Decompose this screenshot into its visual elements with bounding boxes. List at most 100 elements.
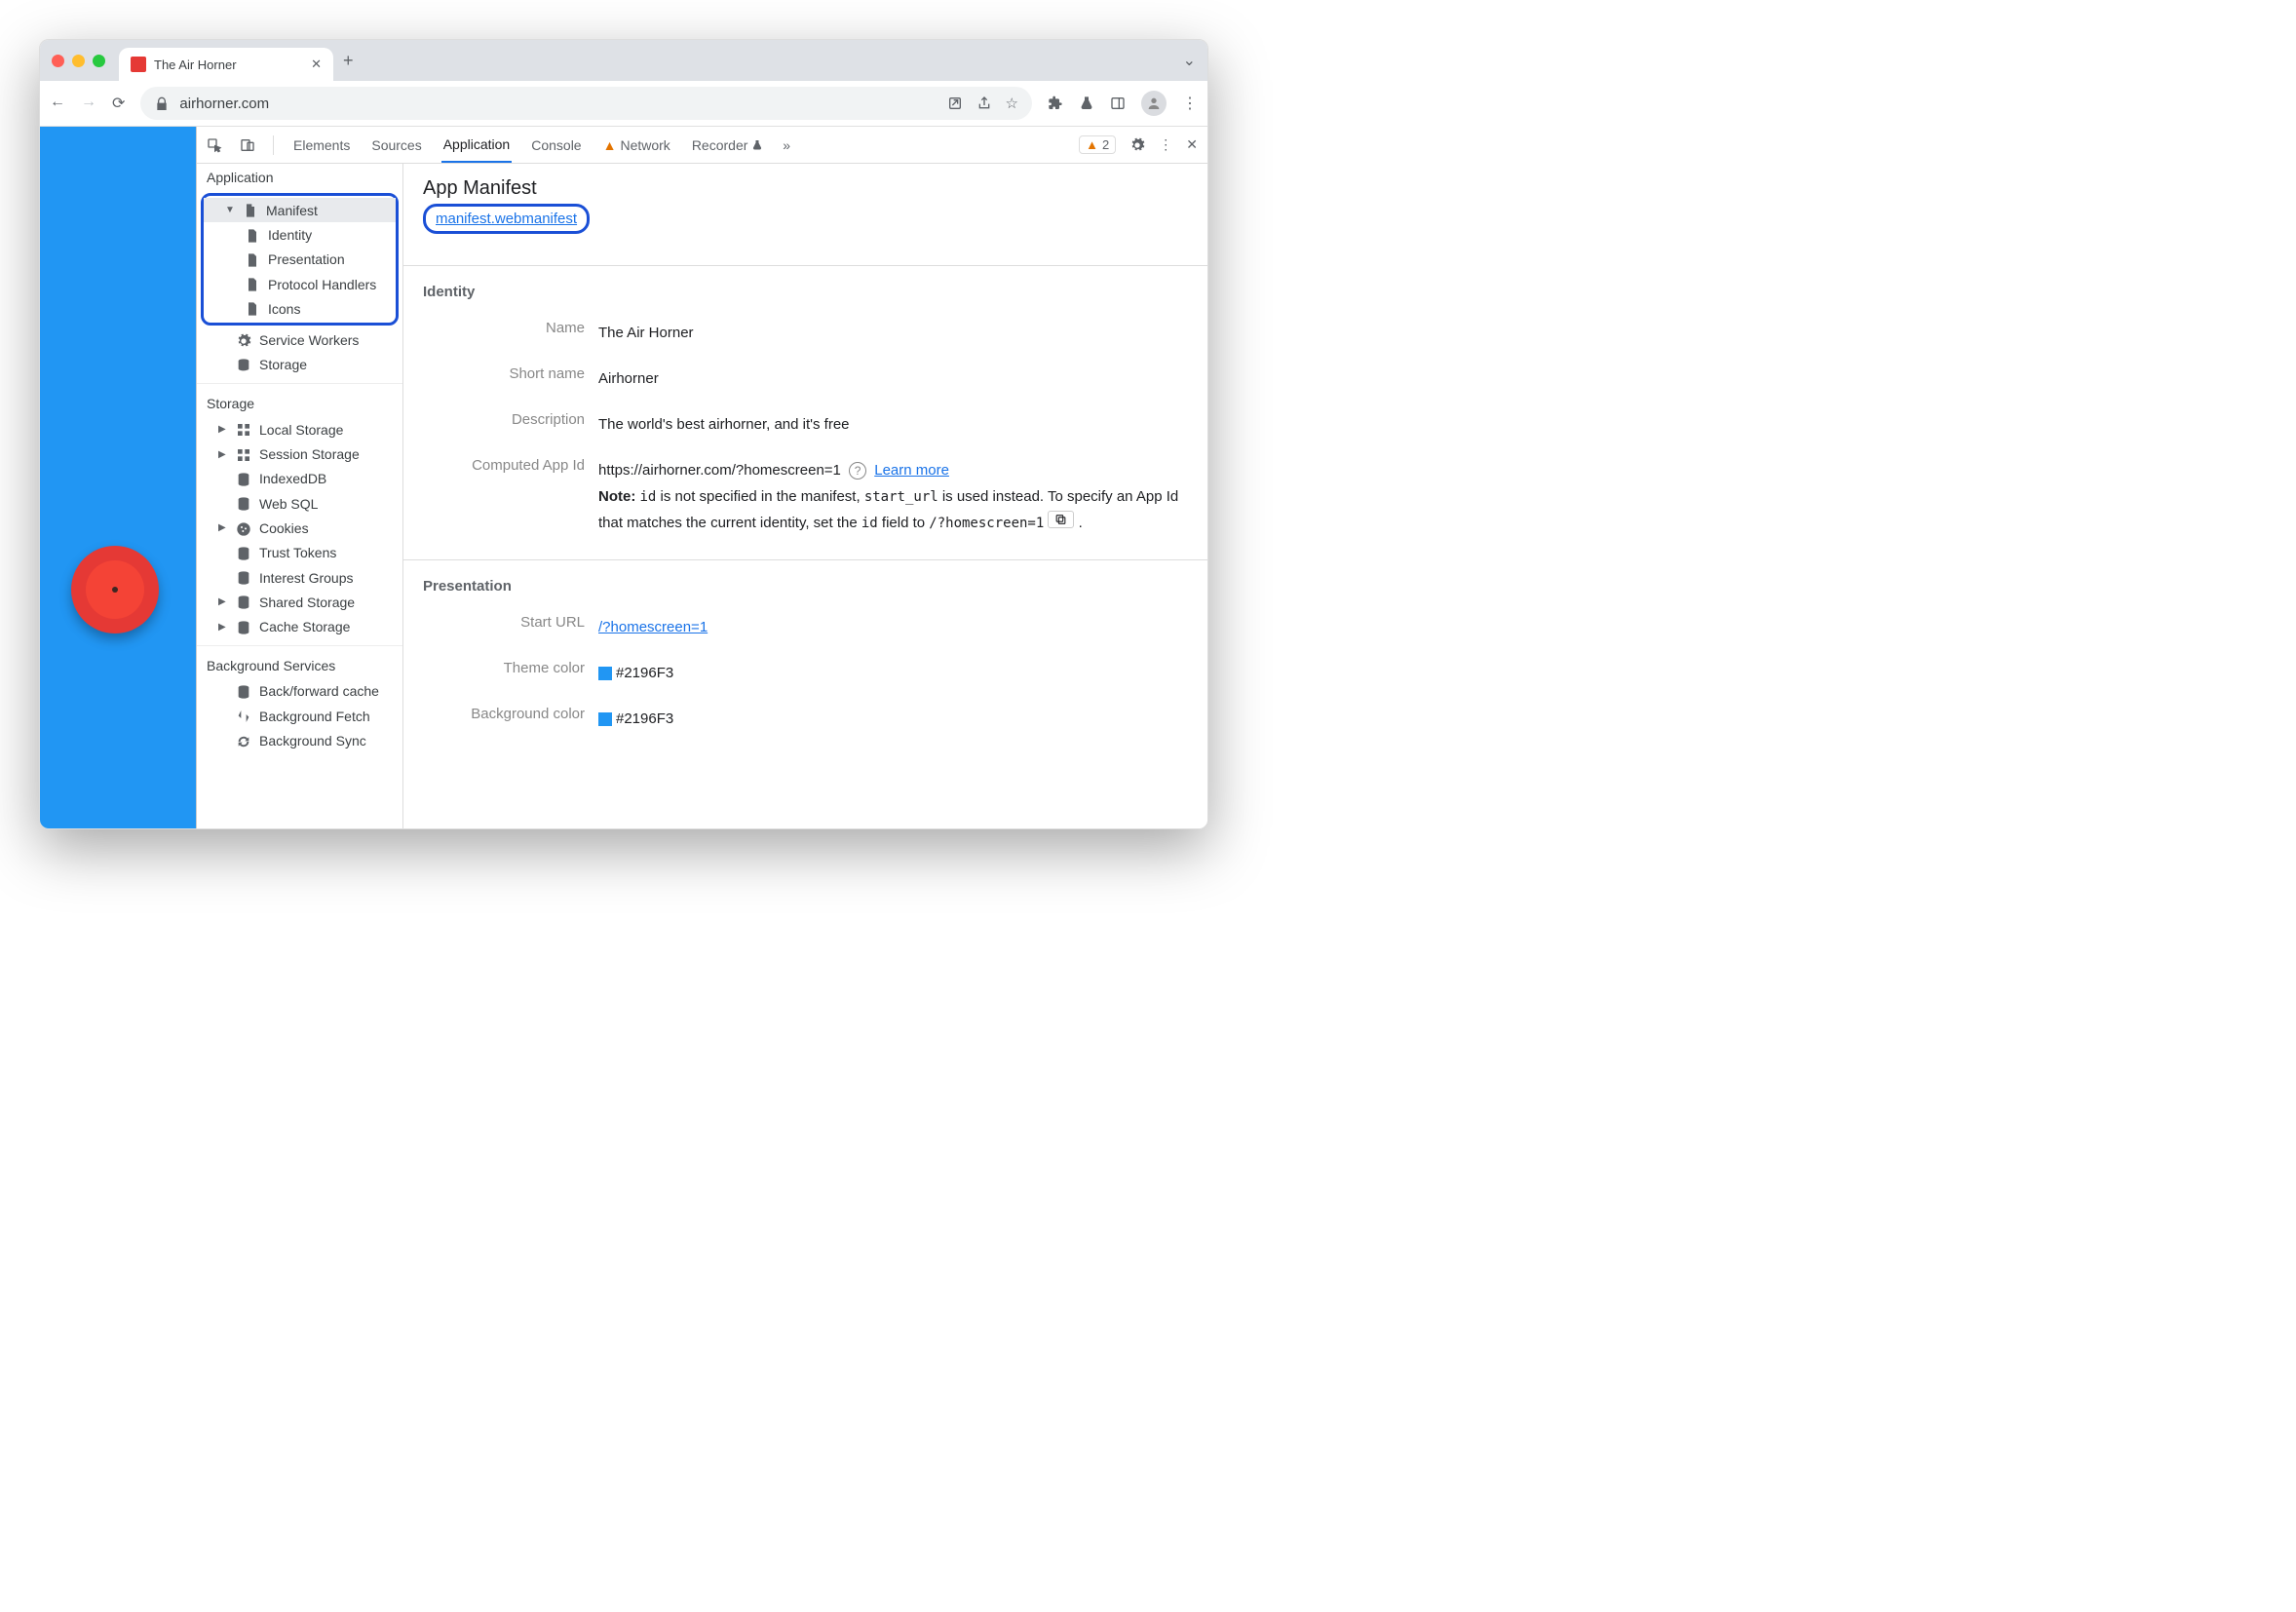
- row-shortname: Short name Airhorner: [423, 356, 1188, 402]
- grid-icon: [236, 445, 251, 462]
- page-content: [40, 127, 196, 828]
- database-icon: [236, 683, 251, 700]
- sidebar-item-shared-storage[interactable]: ▶Shared Storage: [197, 590, 402, 614]
- tab-overflow-button[interactable]: ⌄: [1183, 51, 1196, 70]
- new-tab-button[interactable]: +: [343, 51, 354, 71]
- sidebar-label: Manifest: [266, 203, 318, 218]
- close-window-button[interactable]: [52, 55, 64, 67]
- back-button[interactable]: ←: [50, 94, 65, 113]
- sidebar-section-storage: Storage: [197, 390, 402, 417]
- tab-application[interactable]: Application: [441, 127, 513, 163]
- cookie-icon: [236, 519, 251, 536]
- learn-more-link[interactable]: Learn more: [874, 462, 949, 479]
- forward-button[interactable]: →: [81, 94, 96, 113]
- tab-network[interactable]: ▲Network: [601, 127, 672, 163]
- row-bgcolor: Background color #2196F3: [423, 696, 1188, 742]
- chevron-down-icon: ▼: [225, 205, 235, 215]
- info-icon[interactable]: ?: [849, 462, 866, 480]
- sidebar-section-background: Background Services: [197, 652, 402, 679]
- manifest-details: App Manifest manifest.webmanifest Identi…: [403, 164, 1207, 828]
- document-icon: [245, 276, 260, 292]
- more-tabs-button[interactable]: »: [783, 137, 790, 153]
- url-text: airhorner.com: [179, 96, 269, 112]
- extensions-icon[interactable]: [1048, 95, 1063, 112]
- section-identity: Identity: [423, 284, 1188, 300]
- reload-button[interactable]: ⟳: [112, 94, 125, 113]
- database-icon: [236, 357, 251, 373]
- copy-button[interactable]: [1048, 511, 1074, 528]
- tab-console[interactable]: Console: [529, 127, 583, 163]
- sidebar-item-manifest[interactable]: ▼ Manifest: [204, 198, 396, 222]
- warnings-badge[interactable]: ▲2: [1079, 135, 1116, 154]
- color-swatch: [598, 667, 612, 680]
- browser-toolbar: ← → ⟳ airhorner.com ☆: [40, 81, 1207, 127]
- start-url-link[interactable]: /?homescreen=1: [598, 619, 708, 635]
- sidebar-item-local-storage[interactable]: ▶Local Storage: [197, 417, 402, 441]
- install-app-icon[interactable]: [947, 95, 963, 112]
- minimize-window-button[interactable]: [72, 55, 85, 67]
- sidebar-item-trust-tokens[interactable]: Trust Tokens: [197, 541, 402, 565]
- database-icon: [236, 545, 251, 561]
- database-icon: [236, 594, 251, 610]
- close-tab-button[interactable]: ✕: [311, 57, 322, 72]
- manifest-highlight: ▼ Manifest Identity Presentation: [201, 193, 399, 326]
- gear-icon: [236, 331, 251, 348]
- sidebar-item-cache-storage[interactable]: ▶Cache Storage: [197, 614, 402, 638]
- document-icon: [245, 226, 260, 243]
- sidebar-item-storage[interactable]: Storage: [197, 353, 402, 377]
- sidebar-item-bfcache[interactable]: Back/forward cache: [197, 679, 402, 704]
- airhorn-button[interactable]: [71, 546, 159, 633]
- devtools-menu-button[interactable]: ⋮: [1159, 136, 1172, 153]
- section-presentation: Presentation: [423, 578, 1188, 595]
- sidebar-item-service-workers[interactable]: Service Workers: [197, 327, 402, 352]
- tab-title: The Air Horner: [154, 58, 237, 72]
- side-panel-icon[interactable]: [1110, 95, 1126, 112]
- color-swatch: [598, 712, 612, 726]
- document-icon: [245, 251, 260, 268]
- close-devtools-button[interactable]: ✕: [1186, 136, 1198, 153]
- document-icon: [243, 202, 258, 218]
- row-description: Description The world's best airhorner, …: [423, 402, 1188, 447]
- sidebar-item-identity[interactable]: Identity: [204, 222, 396, 247]
- address-bar[interactable]: airhorner.com ☆: [140, 87, 1032, 120]
- browser-tab[interactable]: The Air Horner ✕: [119, 48, 333, 81]
- sync-icon: [236, 732, 251, 748]
- profile-avatar[interactable]: [1141, 91, 1167, 116]
- sidebar-item-cookies[interactable]: ▶Cookies: [197, 516, 402, 540]
- manifest-link[interactable]: manifest.webmanifest: [436, 211, 577, 227]
- browser-menu-button[interactable]: ⋮: [1182, 94, 1198, 113]
- devtools-tab-bar: Elements Sources Application Console ▲Ne…: [197, 127, 1207, 164]
- share-icon[interactable]: [976, 95, 992, 112]
- tab-strip: The Air Horner ✕ + ⌄: [40, 40, 1207, 81]
- sidebar-item-session-storage[interactable]: ▶Session Storage: [197, 441, 402, 466]
- sidebar-item-bgfetch[interactable]: Background Fetch: [197, 704, 402, 728]
- sidebar-item-interest-groups[interactable]: Interest Groups: [197, 565, 402, 590]
- database-icon: [236, 471, 251, 487]
- row-appid: Computed App Id https://airhorner.com/?h…: [423, 447, 1188, 546]
- sidebar-item-protocol[interactable]: Protocol Handlers: [204, 272, 396, 296]
- tab-elements[interactable]: Elements: [291, 127, 352, 163]
- application-sidebar: Application ▼ Manifest Identity: [197, 164, 403, 828]
- manifest-link-highlight: manifest.webmanifest: [423, 204, 590, 234]
- inspect-element-icon[interactable]: [207, 136, 222, 153]
- bookmark-icon[interactable]: ☆: [1006, 95, 1018, 112]
- tab-recorder[interactable]: Recorder: [690, 127, 765, 163]
- database-icon: [236, 495, 251, 512]
- sidebar-item-websql[interactable]: Web SQL: [197, 491, 402, 516]
- settings-icon[interactable]: [1129, 136, 1145, 153]
- device-toggle-icon[interactable]: [240, 136, 255, 153]
- sidebar-item-bgsync[interactable]: Background Sync: [197, 728, 402, 752]
- labs-icon[interactable]: [1079, 95, 1094, 112]
- tab-sources[interactable]: Sources: [369, 127, 423, 163]
- row-starturl: Start URL /?homescreen=1: [423, 604, 1188, 650]
- favicon-icon: [131, 57, 146, 72]
- sidebar-section-application: Application: [197, 164, 402, 191]
- updown-icon: [236, 708, 251, 724]
- sidebar-item-icons[interactable]: Icons: [204, 296, 396, 321]
- maximize-window-button[interactable]: [93, 55, 105, 67]
- browser-window: The Air Horner ✕ + ⌄ ← → ⟳ airhorner.com: [39, 39, 1208, 829]
- sidebar-item-indexeddb[interactable]: IndexedDB: [197, 467, 402, 491]
- sidebar-item-presentation[interactable]: Presentation: [204, 248, 396, 272]
- database-icon: [236, 618, 251, 634]
- page-title: App Manifest: [423, 177, 1188, 200]
